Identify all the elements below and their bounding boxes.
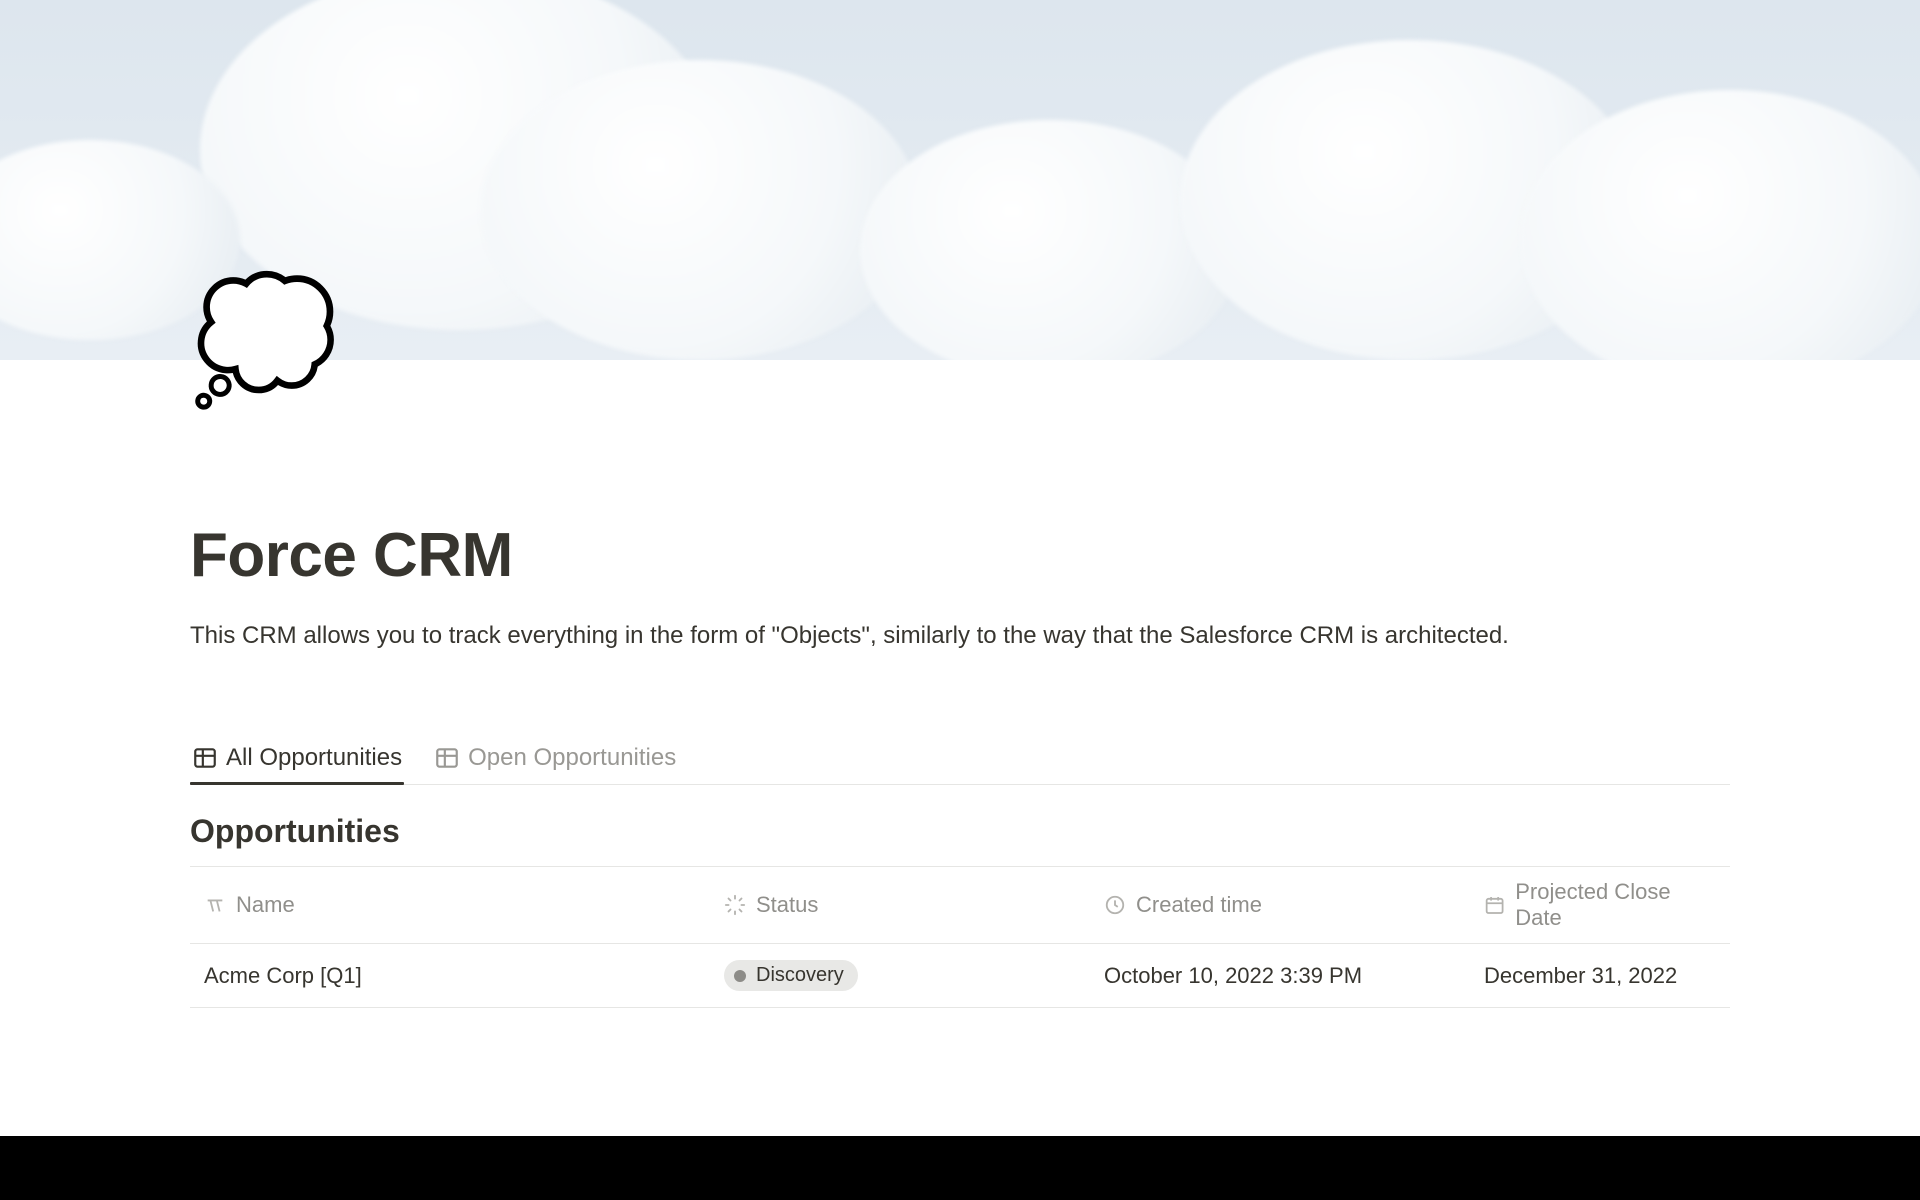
calendar-icon	[1484, 894, 1505, 916]
database-title[interactable]: Opportunities	[190, 813, 1730, 850]
page-icon-thought-bubble[interactable]: 💭	[190, 280, 339, 400]
clock-icon	[1104, 894, 1126, 916]
table-header-row: Name Status Created time	[190, 867, 1730, 944]
page-title[interactable]: Force CRM	[190, 520, 1730, 591]
database-tabs: All Opportunities Open Opportunities	[190, 734, 1730, 785]
page-description[interactable]: This CRM allows you to track everything …	[190, 617, 1590, 654]
column-label: Name	[236, 892, 295, 918]
opportunities-table: Name Status Created time	[190, 866, 1730, 1008]
title-property-icon	[204, 894, 226, 916]
tab-label: Open Opportunities	[468, 744, 676, 772]
tab-label: All Opportunities	[226, 744, 402, 772]
status-badge: Discovery	[724, 960, 858, 991]
status-label: Discovery	[756, 964, 844, 987]
column-header-status[interactable]: Status	[710, 867, 1090, 944]
column-header-name[interactable]: Name	[190, 867, 710, 944]
table-icon	[192, 745, 218, 771]
status-property-icon	[724, 894, 746, 916]
table-icon	[434, 745, 460, 771]
cell-status[interactable]: Discovery	[710, 944, 1090, 1008]
column-label: Created time	[1136, 892, 1262, 918]
column-header-created-time[interactable]: Created time	[1090, 867, 1470, 944]
table-row[interactable]: Acme Corp [Q1] Discovery October 10, 202…	[190, 944, 1730, 1008]
column-header-projected-close-date[interactable]: Projected Close Date	[1470, 867, 1730, 944]
page-content: Force CRM This CRM allows you to track e…	[0, 360, 1920, 1008]
status-dot-icon	[734, 970, 746, 982]
cell-name[interactable]: Acme Corp [Q1]	[190, 944, 710, 1008]
bottom-black-bar	[0, 1136, 1920, 1200]
column-label: Status	[756, 892, 818, 918]
cell-created-time[interactable]: October 10, 2022 3:39 PM	[1090, 944, 1470, 1008]
column-label: Projected Close Date	[1515, 879, 1716, 931]
tab-all-opportunities[interactable]: All Opportunities	[190, 734, 404, 784]
cell-projected-close-date[interactable]: December 31, 2022	[1470, 944, 1730, 1008]
tab-open-opportunities[interactable]: Open Opportunities	[432, 734, 678, 784]
